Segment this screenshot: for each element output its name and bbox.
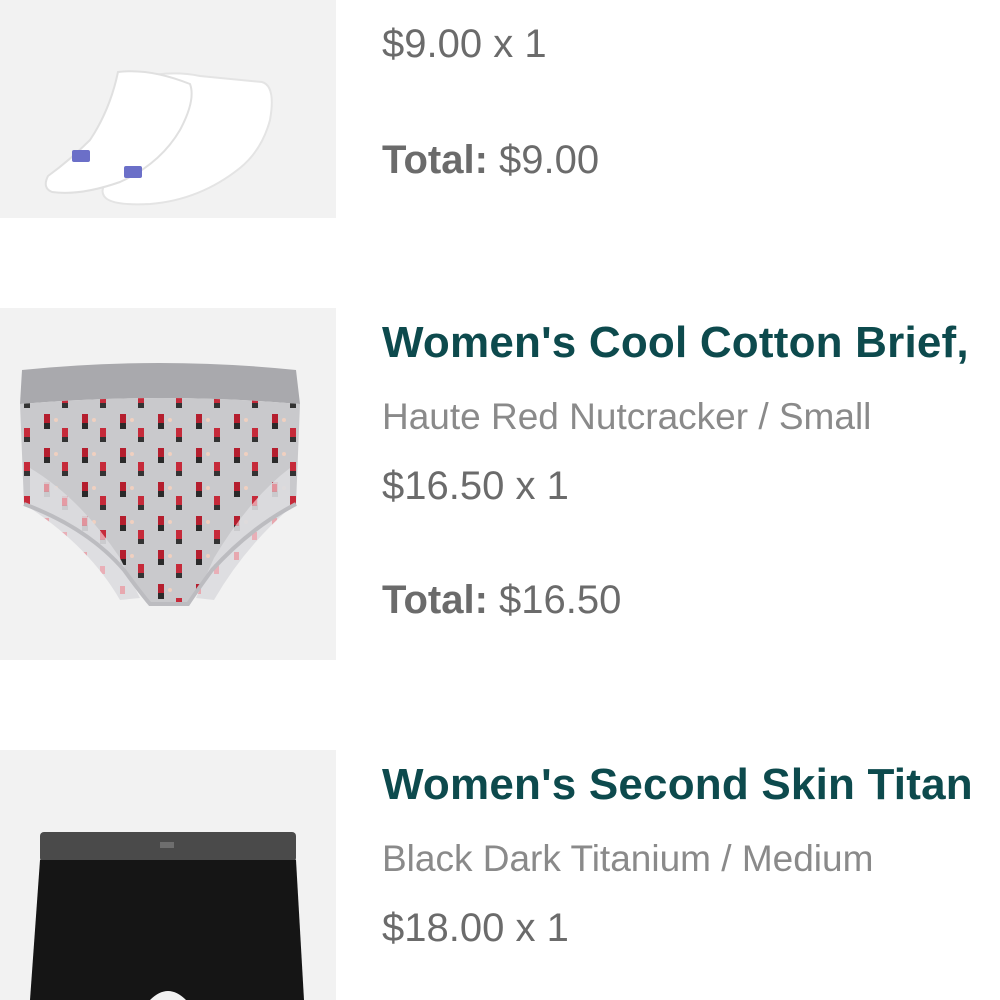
product-thumbnail[interactable]	[0, 0, 336, 218]
product-variant: Black Dark Titanium / Medium	[382, 838, 874, 879]
item-price: $9.00 x 1	[382, 22, 547, 66]
item-price: $16.50 x 1	[382, 464, 569, 508]
product-name[interactable]: Women's Second Skin Titan	[382, 760, 973, 810]
boyshort-icon	[30, 832, 304, 1000]
total-value: $16.50	[499, 578, 622, 622]
total-label: Total:	[382, 578, 488, 622]
total-value: $9.00	[499, 138, 600, 182]
product-variant: Haute Red Nutcracker / Small	[382, 396, 872, 437]
item-price: $18.00 x 1	[382, 906, 569, 950]
item-total: Total: $16.50	[382, 578, 621, 623]
product-thumbnail[interactable]	[0, 308, 336, 660]
socks-icon	[44, 70, 273, 206]
brief-icon	[20, 363, 300, 606]
item-total: Total: $9.00	[382, 138, 599, 183]
total-label: Total:	[382, 138, 488, 182]
product-name[interactable]: Women's Cool Cotton Brief,	[382, 318, 969, 368]
product-thumbnail[interactable]	[0, 750, 336, 1000]
